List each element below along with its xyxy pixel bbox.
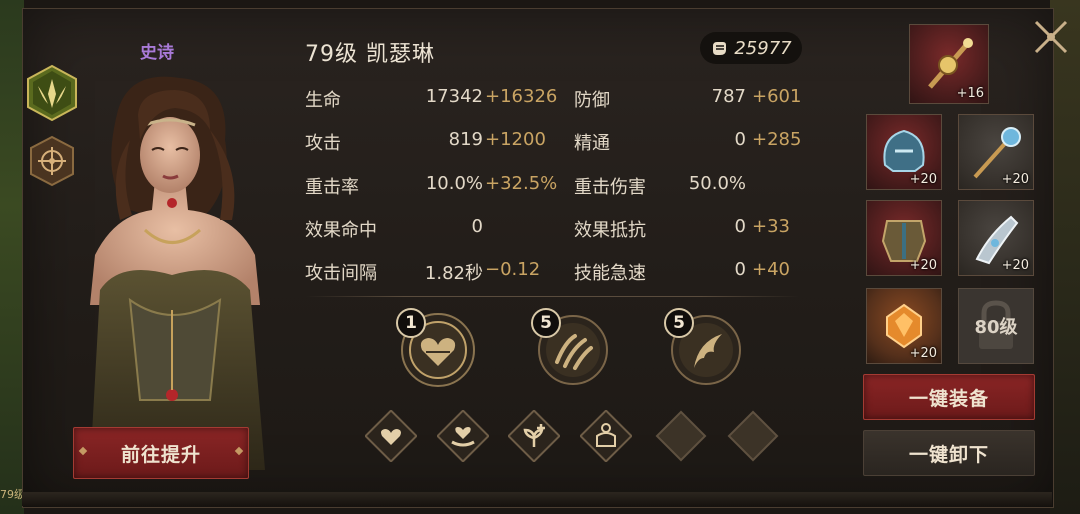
skill-slot-3[interactable]: 5 (664, 308, 744, 388)
stat-label: 重击伤害 (574, 177, 646, 198)
stat-label: 攻击 (305, 133, 341, 154)
stat-base: 1.82秒 (424, 263, 483, 284)
stat-base: 50.0% (688, 173, 746, 194)
stat-bonus: +1200 (485, 129, 546, 150)
equip-slot-armor[interactable]: +20 (866, 200, 942, 276)
stat-base: 10.0% (425, 173, 483, 194)
hero-portrait (90, 76, 265, 470)
stat-label: 重击率 (305, 177, 359, 198)
stat-base: 0 (734, 216, 746, 237)
panel-bottom-edge (22, 492, 1052, 506)
skill-level-badge: 1 (396, 308, 426, 338)
equip-level: +20 (909, 346, 937, 361)
stat-bonus: +32.5% (485, 173, 558, 194)
heart-hand-rune-icon[interactable] (437, 410, 489, 462)
stat-row-skill-haste: 技能急速 0 +40 (574, 259, 814, 289)
stat-bonus: −0.12 (485, 259, 541, 280)
close-icon[interactable] (1028, 14, 1074, 60)
hero-level-name: 79级 凯瑟琳 (305, 42, 435, 67)
stat-bonus: +285 (752, 129, 802, 150)
stat-base: 0 (471, 216, 483, 237)
equip-level: +20 (1001, 258, 1029, 273)
stat-row-crit-damage: 重击伤害 50.0% (574, 173, 814, 203)
stat-base: 17342 (425, 86, 483, 107)
locked-slot-level: 80级 (974, 317, 1018, 338)
equip-slot-gem[interactable]: +20 (866, 288, 942, 364)
stat-row-hp: 生命 17342 +16326 (305, 86, 565, 116)
stats-divider (305, 296, 800, 297)
stat-base: 819 (448, 129, 483, 150)
stat-label: 防御 (574, 90, 610, 111)
background-right (1050, 0, 1080, 514)
skill-level-badge: 5 (664, 308, 694, 338)
equip-level: +16 (956, 86, 984, 101)
stat-row-effect-hit: 效果命中 0 (305, 216, 565, 246)
stat-label: 技能急速 (574, 263, 646, 284)
stat-bonus: +33 (752, 216, 790, 237)
combat-power-value: 25977 (734, 37, 792, 59)
stat-base: 0 (734, 259, 746, 280)
stat-label: 效果命中 (305, 220, 377, 241)
rarity-label: 史诗 (140, 43, 174, 63)
stat-row-attack-interval: 攻击间隔 1.82秒 −0.12 (305, 259, 565, 289)
fist-icon (713, 42, 727, 55)
equip-slot-weapon[interactable]: +16 (909, 24, 989, 104)
stat-row-mastery: 精通 0 +285 (574, 129, 814, 159)
equip-slot-staff[interactable]: +20 (958, 114, 1034, 190)
skill-level-badge: 5 (531, 308, 561, 338)
stat-bonus: +40 (752, 259, 790, 280)
stat-base: 787 (711, 86, 746, 107)
heart-rune-icon[interactable] (365, 410, 417, 462)
figure-rune-icon[interactable] (580, 410, 632, 462)
stat-label: 攻击间隔 (305, 263, 377, 284)
stat-row-attack: 攻击 819 +1200 (305, 129, 565, 159)
stat-bonus: +16326 (485, 86, 558, 107)
stat-row-crit-rate: 重击率 10.0% +32.5% (305, 173, 565, 203)
equip-level: +20 (1001, 172, 1029, 187)
empty-rune-slot[interactable] (727, 410, 779, 462)
equip-level: +20 (909, 258, 937, 273)
equip-level: +20 (909, 172, 937, 187)
equip-all-button[interactable]: 一键装备 (863, 374, 1035, 420)
skill-slot-1[interactable]: 1 (396, 308, 476, 388)
unequip-all-button[interactable]: 一键卸下 (863, 430, 1035, 476)
stat-label: 效果抵抗 (574, 220, 646, 241)
equip-slot-locked[interactable]: 80级 (958, 288, 1034, 364)
stat-label: 生命 (305, 90, 341, 111)
skill-slot-2[interactable]: 5 (531, 308, 611, 388)
background-left (0, 0, 24, 514)
stat-label: 精通 (574, 133, 610, 154)
sprout-plus-rune-icon[interactable] (508, 410, 560, 462)
combat-power-box: 25977 (700, 32, 802, 64)
equip-slot-gauntlet[interactable]: +20 (958, 200, 1034, 276)
equip-slot-helmet[interactable]: +20 (866, 114, 942, 190)
stat-row-defense: 防御 787 +601 (574, 86, 814, 116)
stat-base: 0 (734, 129, 746, 150)
go-upgrade-button[interactable]: 前往提升 (73, 427, 249, 479)
stat-bonus: +601 (752, 86, 802, 107)
empty-rune-slot[interactable] (655, 410, 707, 462)
stat-row-effect-resist: 效果抵抗 0 +33 (574, 216, 814, 246)
